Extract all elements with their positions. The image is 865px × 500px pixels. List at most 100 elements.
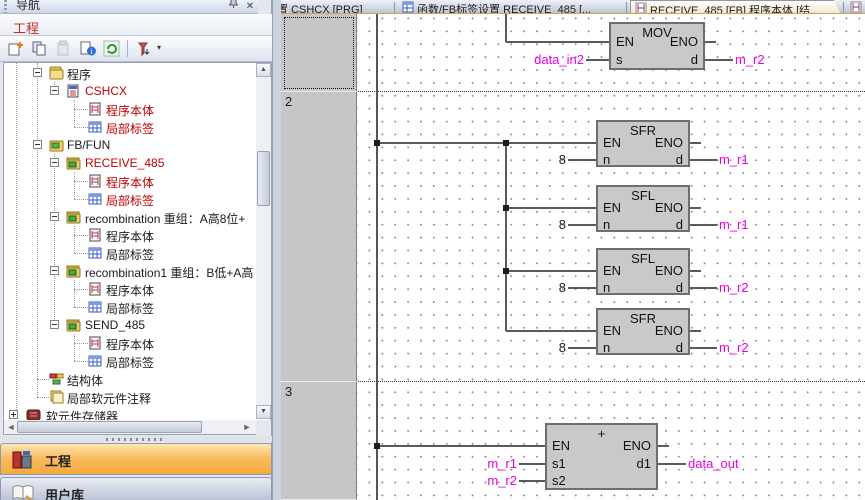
tree-item[interactable]: 局部标签: [4, 352, 256, 370]
tree-item[interactable]: 结构体: [4, 370, 256, 388]
tree-item[interactable]: FB/FUN: [4, 136, 256, 154]
tree-item[interactable]: recombination1 重组：B低+A高: [4, 262, 256, 280]
tab-document-0[interactable]: 设置 CSHCX [PRG]: [262, 0, 392, 14]
operand-label[interactable]: m_r1: [719, 217, 749, 232]
operand-label[interactable]: m_r2: [719, 280, 749, 295]
tree-item-label: CSHCX: [85, 84, 127, 98]
new-item-icon[interactable]: [5, 39, 27, 59]
sort-icon[interactable]: [133, 39, 155, 59]
collapse-minus-toggle[interactable]: [33, 68, 42, 77]
operand-label[interactable]: m_r1: [487, 456, 517, 471]
operand-label[interactable]: 8: [559, 280, 566, 295]
pin-ENO: ENO: [655, 323, 683, 338]
fbd-block-mov[interactable]: MOVENsENOd: [609, 22, 705, 70]
close-icon[interactable]: ✕: [243, 0, 257, 14]
pin-EN: EN: [603, 263, 621, 278]
horizontal-scroll-thumb[interactable]: [17, 421, 202, 433]
refresh-icon[interactable]: [101, 39, 123, 59]
operand-label[interactable]: data_out: [688, 456, 739, 471]
tree-item[interactable]: recombination 重组：A高8位+: [4, 208, 256, 226]
tree-item-label: SEND_485: [85, 318, 145, 332]
collapse-minus-toggle[interactable]: [50, 212, 59, 221]
operand-label[interactable]: m_r2: [719, 340, 749, 355]
scroll-down-icon[interactable]: ▼: [256, 405, 271, 419]
paste-icon[interactable]: [53, 39, 75, 59]
nav-button-label: 用户库: [45, 485, 84, 500]
operand-label[interactable]: m_r2: [735, 52, 765, 67]
operand-label[interactable]: m_r1: [719, 152, 749, 167]
collapse-minus-toggle[interactable]: [50, 86, 59, 95]
scroll-left-icon[interactable]: ◄: [4, 420, 18, 434]
tree-item-label: 局部标签: [106, 354, 154, 371]
vertical-scroll-thumb[interactable]: [257, 151, 270, 206]
tree-item-label: 软元件存储器: [46, 408, 118, 420]
tree-item-label: 程序本体: [106, 228, 154, 245]
tree-item[interactable]: 局部标签: [4, 118, 256, 136]
pin-n: n: [603, 340, 610, 355]
pin-d: d: [676, 340, 683, 355]
tree-connector: [74, 307, 88, 308]
pin-ENO: ENO: [623, 438, 651, 453]
operand-label[interactable]: data_in2: [534, 52, 584, 67]
fbd-block-add[interactable]: +ENs1s2ENOd1: [545, 423, 658, 490]
editor-accent-top: [258, 13, 865, 14]
fbd-block-sfr[interactable]: SFRENnENOd: [596, 120, 690, 167]
tree-connector: [74, 235, 88, 236]
collapse-minus-toggle[interactable]: [50, 158, 59, 167]
project-section-header: 工程: [0, 14, 272, 36]
tab-active-2[interactable]: RECEIVE_485 [FB] 程序本体 [结...: [630, 0, 841, 14]
operand-label[interactable]: 8: [559, 152, 566, 167]
nav-button-project[interactable]: 工程: [0, 443, 272, 475]
operand-label[interactable]: 8: [559, 340, 566, 355]
tree-item[interactable]: 局部软元件注释: [4, 388, 256, 406]
property-icon[interactable]: i: [77, 39, 99, 59]
tree-item[interactable]: 程序本体: [4, 226, 256, 244]
expand-plus-toggle[interactable]: [9, 410, 18, 419]
tree-item-label: 结构体: [67, 372, 103, 389]
tree-horizontal-scrollbar[interactable]: ◄ ►: [4, 420, 256, 434]
tree-item[interactable]: 程序本体: [4, 334, 256, 352]
collapse-minus-toggle[interactable]: [50, 320, 59, 329]
panel-splitter[interactable]: [0, 436, 272, 442]
pin-d: d: [691, 52, 698, 67]
tree-item[interactable]: 局部标签: [4, 190, 256, 208]
copy-icon[interactable]: [29, 39, 51, 59]
tree-item-label: 局部标签: [106, 300, 154, 317]
tree-item[interactable]: 局部标签: [4, 244, 256, 262]
operand-label[interactable]: m_r2: [487, 473, 517, 488]
collapse-minus-toggle[interactable]: [33, 140, 42, 149]
scroll-right-icon[interactable]: ►: [240, 420, 254, 434]
pin-s1: s1: [552, 456, 566, 471]
titlebar-grip[interactable]: [4, 0, 7, 14]
tree-item[interactable]: 程序: [4, 64, 256, 82]
nav-button-user-library[interactable]: 用户库: [0, 477, 272, 500]
fbd-block-sfl[interactable]: SFLENnENOd: [596, 248, 690, 295]
navigation-titlebar[interactable]: 导航 ✕: [0, 0, 258, 14]
fbd-block-sfl[interactable]: SFLENnENOd: [596, 185, 690, 232]
tree-vertical-scrollbar[interactable]: ▲ ▼: [256, 63, 271, 419]
tab-document-1[interactable]: 函数/FB标签设置 RECEIVE_485 [...: [398, 0, 624, 14]
operand-label[interactable]: 8: [559, 217, 566, 232]
tree-item[interactable]: RECEIVE_485: [4, 154, 256, 172]
tree-item[interactable]: SEND_485: [4, 316, 256, 334]
tree-item-label: FB/FUN: [67, 138, 110, 152]
tree-item[interactable]: CSHCX: [4, 82, 256, 100]
tree-item[interactable]: 软元件存储器: [4, 406, 256, 420]
pin-n: n: [603, 152, 610, 167]
fbd-block-sfr[interactable]: SFRENnENOd: [596, 308, 690, 355]
tree-item[interactable]: 程序本体: [4, 280, 256, 298]
tree-item[interactable]: 程序本体: [4, 100, 256, 118]
tab-separator: [394, 2, 395, 13]
application-window: 23MOVENsENOdSFRENnENOdSFLENnENOdSFLENnEN…: [0, 0, 865, 500]
dropdown-caret-icon[interactable]: ▾: [157, 43, 161, 52]
tree-item[interactable]: 程序本体: [4, 172, 256, 190]
tab-partial-3[interactable]: [846, 0, 864, 14]
tree-item[interactable]: 局部标签: [4, 298, 256, 316]
pin-icon[interactable]: [226, 0, 240, 12]
scroll-up-icon[interactable]: ▲: [256, 63, 271, 77]
collapse-minus-toggle[interactable]: [50, 266, 59, 275]
tree-connector: [37, 379, 49, 380]
pane-gap: [272, 0, 281, 500]
pin-n: n: [603, 280, 610, 295]
tree-item-label: 程序本体: [106, 282, 154, 299]
